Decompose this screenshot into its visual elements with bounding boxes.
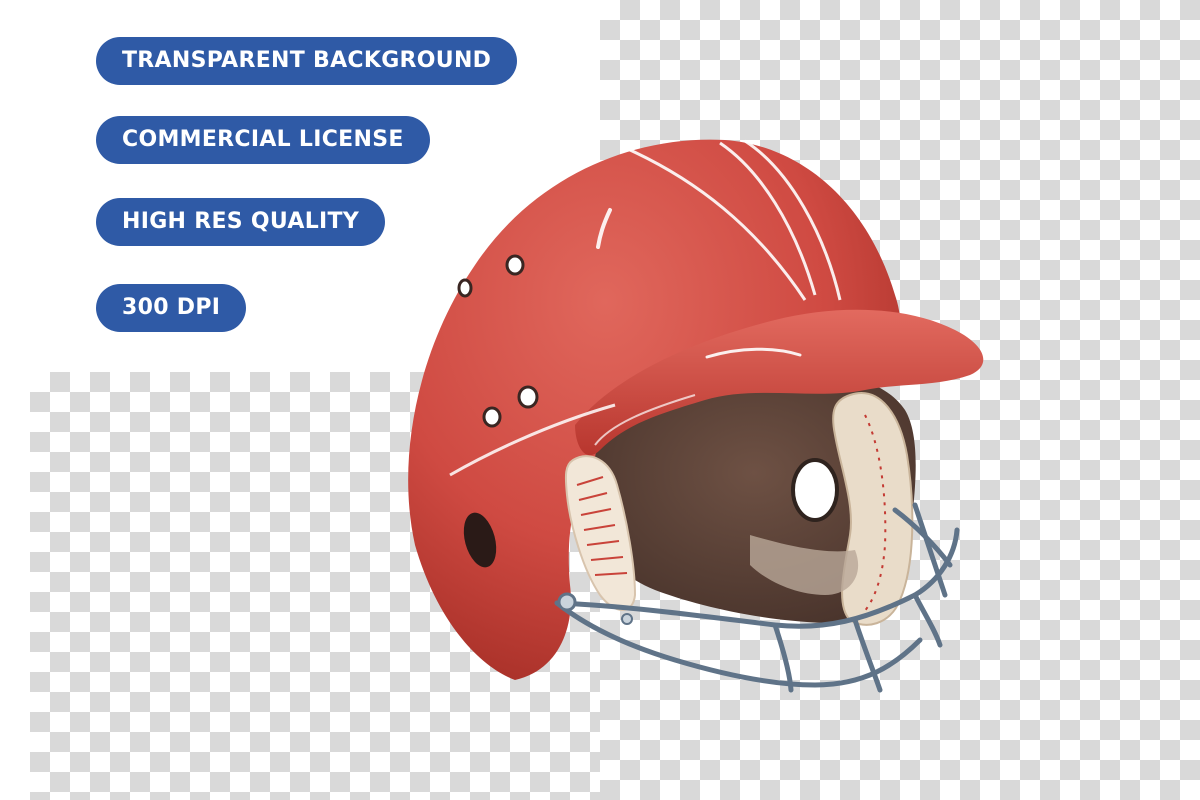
badge-commercial-license: COMMERCIAL LICENSE: [96, 116, 430, 164]
badge-300-dpi: 300 DPI: [96, 284, 247, 332]
helmet-icon: [408, 139, 984, 693]
badge-high-res-quality: HIGH RES QUALITY: [96, 198, 386, 246]
ear-hole: [791, 458, 839, 522]
badge-transparent-background: TRANSPARENT BACKGROUND: [96, 37, 518, 85]
